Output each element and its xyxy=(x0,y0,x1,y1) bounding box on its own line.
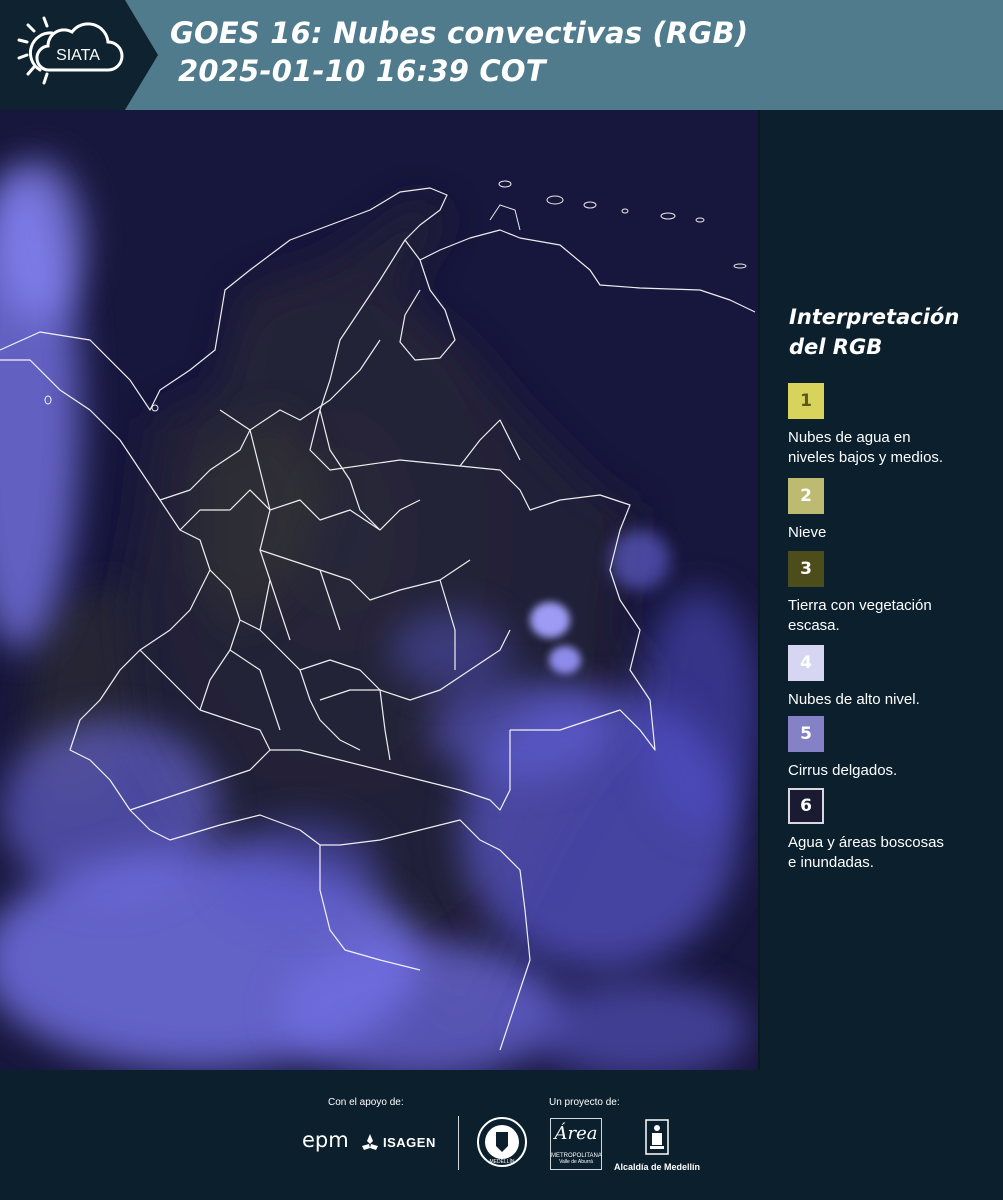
svg-text:MEDELLÍN: MEDELLÍN xyxy=(489,1158,514,1165)
project-label: Un proyecto de: xyxy=(549,1097,620,1108)
page: SIATA GOES 16: Nubes convectivas (RGB) 2… xyxy=(0,0,1003,1200)
area-metropolitana-logo: Área METROPOLITANA Valle de Aburrá xyxy=(550,1118,602,1170)
legend-item-4: 4 Nubes de alto nivel. xyxy=(788,645,988,710)
legend-item-6: 6 Agua y áreas boscosas e inundadas. xyxy=(788,788,988,873)
legend-swatch-2: 2 xyxy=(788,478,824,514)
legend-item-3: 3 Tierra con vegetación escasa. xyxy=(788,551,988,636)
epm-logo: epm xyxy=(302,1128,349,1152)
legend-item-2: 2 Nieve xyxy=(788,478,988,543)
alcaldia-shield-icon xyxy=(645,1119,669,1155)
alcaldia-medellin-logo: Alcaldía de Medellín xyxy=(612,1118,702,1172)
title-line1: GOES 16: Nubes convectivas (RGB) xyxy=(170,16,749,50)
siata-logo: SIATA xyxy=(0,0,158,110)
medellin-seal-logo: MEDELLÍN xyxy=(476,1116,528,1173)
logo-text: SIATA xyxy=(56,47,100,64)
footer-separator xyxy=(458,1116,459,1170)
legend-title-line2: del RGB xyxy=(789,335,883,359)
legend-item-1: 1 Nubes de agua en niveles bajos y medio… xyxy=(788,383,988,468)
map-canvas xyxy=(0,110,758,1070)
isagen-logo: ISAGEN xyxy=(360,1132,436,1152)
legend-swatch-3: 3 xyxy=(788,551,824,587)
support-label: Con el apoyo de: xyxy=(328,1097,404,1108)
legend-label-2: Nieve xyxy=(788,524,827,541)
legend-panel: Interpretación del RGB 1 Nubes de agua e… xyxy=(775,110,1003,1070)
legend-label-5: Cirrus delgados. xyxy=(788,762,898,779)
title-line2-timestamp: 2025-01-10 16:39 COT xyxy=(178,54,546,88)
footer: Con el apoyo de: Un proyecto de: epm ISA… xyxy=(0,1070,1003,1200)
isagen-icon xyxy=(362,1134,378,1150)
legend-title-line1: Interpretación xyxy=(789,305,960,329)
legend-swatch-1: 1 xyxy=(788,383,824,419)
legend-label-3: Tierra con vegetación escasa. xyxy=(788,597,932,634)
satellite-map xyxy=(0,110,760,1070)
legend-swatch-5: 5 xyxy=(788,716,824,752)
legend-label-4: Nubes de alto nivel. xyxy=(788,691,920,708)
legend-title: Interpretación del RGB xyxy=(789,302,959,362)
header: SIATA GOES 16: Nubes convectivas (RGB) 2… xyxy=(0,0,1003,110)
legend-label-6: Agua y áreas boscosas e inundadas. xyxy=(788,834,944,871)
legend-item-5: 5 Cirrus delgados. xyxy=(788,716,988,781)
legend-label-1: Nubes de agua en niveles bajos y medios. xyxy=(788,429,944,466)
legend-swatch-6: 6 xyxy=(788,788,824,824)
page-title: GOES 16: Nubes convectivas (RGB) 2025-01… xyxy=(170,14,748,90)
legend-swatch-4: 4 xyxy=(788,645,824,681)
